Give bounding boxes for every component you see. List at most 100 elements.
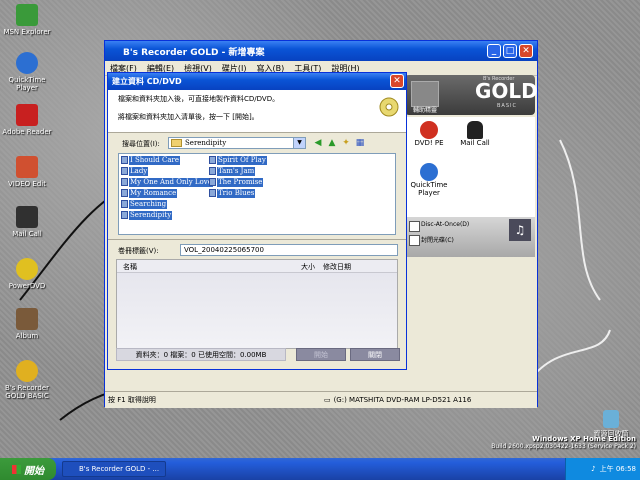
app-launcher-pane: DVD! PE Mail Call QuickTime Player	[405, 117, 535, 217]
dialog-separator	[108, 239, 406, 240]
adobe-reader-icon	[16, 104, 38, 126]
drive-label: (G:) MATSHITA DVD-RAM LP-D521 A116	[333, 396, 472, 404]
folder-icon	[171, 139, 182, 147]
powerdvd-icon	[16, 258, 38, 280]
up-folder-icon[interactable]: ▲	[326, 137, 338, 149]
dialog-close-text-button[interactable]: 關閉	[350, 348, 400, 361]
music-file-icon	[121, 211, 128, 219]
mail-call-icon	[467, 121, 483, 139]
status-help-text: 按 F1 取得說明	[108, 396, 156, 404]
desktop-icon-recycle-bin[interactable]: 資源回收筒	[584, 410, 638, 438]
desktop-icon-msn[interactable]: MSN Explorer	[0, 4, 54, 36]
taskbar-item-bs-recorder[interactable]: B's Recorder GOLD - ...	[62, 461, 166, 477]
app-quicktime[interactable]: QuickTime Player	[407, 163, 451, 197]
lookin-label: 搜尋位置(I):	[122, 140, 160, 148]
lookin-value: Serendipity	[185, 139, 227, 147]
wizard-icon[interactable]	[411, 81, 439, 107]
burn-options-bar: Disc-At-Once(D) 封閉光碟(C) ♫	[405, 217, 535, 257]
desktop-icon-adobe-reader[interactable]: Adobe Reader	[0, 104, 54, 136]
quicktime-icon	[16, 52, 38, 74]
file-item[interactable]: I Should Care	[121, 155, 180, 165]
bs-recorder-icon	[16, 360, 38, 382]
dialog-titlebar[interactable]: 建立資料 CD/DVD ✕	[108, 73, 406, 90]
file-item[interactable]: The Promise	[209, 177, 264, 187]
album-icon	[16, 308, 38, 330]
app-mail-call[interactable]: Mail Call	[453, 121, 497, 147]
windows-watermark: Windows XP Home Edition Build 2600.xpsp2…	[491, 435, 636, 451]
music-file-icon	[209, 178, 216, 186]
taskbar: 開始 B's Recorder GOLD - ... ♪ 上午 06:58	[0, 458, 640, 480]
file-item[interactable]: Searching	[121, 199, 168, 209]
music-file-icon	[121, 156, 128, 164]
dialog-instruction-1: 檔案和資料夾加入後，可直接地製作資料CD/DVD。	[118, 95, 280, 103]
desktop-icon-quicktime[interactable]: QuickTime Player	[0, 52, 54, 92]
system-tray: ♪ 上午 06:58	[565, 458, 640, 480]
list-header: 名稱 大小 修改日期	[117, 260, 397, 273]
music-file-icon	[121, 178, 128, 186]
clock[interactable]: 上午 06:58	[600, 464, 636, 474]
dialog-title: 建立資料 CD/DVD	[112, 77, 182, 86]
status-bar: 按 F1 取得說明 ▭ (G:) MATSHITA DVD-RAM LP-D52…	[105, 391, 537, 408]
gold-logo: GOLD	[475, 79, 538, 103]
desktop-icon-bs-recorder[interactable]: B's Recorder GOLD BASIC	[0, 360, 54, 400]
desktop-icon-album[interactable]: Album	[0, 308, 54, 340]
dialog-instruction-2: 將檔案和資料夾加入清單後，按一下 [開始]。	[118, 113, 259, 121]
mail-call-icon	[16, 206, 38, 228]
disc-at-once-checkbox[interactable]	[409, 221, 420, 232]
file-item[interactable]: My Romance	[121, 188, 178, 198]
close-disc-label: 封閉光碟(C)	[421, 237, 454, 244]
column-date[interactable]: 修改日期	[323, 262, 351, 272]
file-item[interactable]: Spirit Of Play	[209, 155, 267, 165]
dialog-header: 檔案和資料夾加入後，可直接地製作資料CD/DVD。 將檔案和資料夾加入清單後，按…	[108, 90, 406, 133]
chevron-down-icon[interactable]: ▼	[293, 138, 305, 148]
disc-at-once-label: Disc-At-Once(D)	[421, 221, 470, 228]
file-item[interactable]: My One And Only Love	[121, 177, 213, 187]
disc-summary: 資料夾：0 檔案：0 已使用空間：0.00MB	[116, 348, 286, 361]
maximize-button[interactable]: □	[503, 44, 517, 58]
main-title: B's Recorder GOLD - 新增專案	[123, 47, 265, 58]
dialog-close-button[interactable]: ✕	[390, 74, 404, 88]
windows-logo-icon	[12, 464, 21, 474]
dvd-pe-icon	[420, 121, 438, 139]
volume-label-caption: 卷冊標籤(V):	[118, 247, 159, 255]
start-menu-button[interactable]: 開始	[0, 458, 56, 480]
file-browser: I Should Care Lady My One And Only Love …	[118, 153, 396, 235]
column-size[interactable]: 大小	[301, 262, 315, 272]
drive-icon: ▭	[323, 396, 331, 404]
file-item[interactable]: Tam's Jam	[209, 166, 256, 176]
music-file-icon	[121, 189, 128, 197]
music-file-icon	[209, 167, 216, 175]
music-file-icon	[121, 200, 128, 208]
create-data-disc-dialog: 建立資料 CD/DVD ✕ 檔案和資料夾加入後，可直接地製作資料CD/DVD。 …	[107, 72, 407, 370]
disc-contents-list[interactable]: 名稱 大小 修改日期	[116, 259, 398, 349]
column-name[interactable]: 名稱	[123, 262, 137, 272]
new-folder-icon[interactable]: ✦	[340, 137, 352, 149]
music-file-icon	[209, 189, 216, 197]
close-button[interactable]: ✕	[519, 44, 533, 58]
main-titlebar[interactable]: B's Recorder GOLD - 新增專案 _ □ ✕	[105, 41, 537, 61]
music-file-icon	[209, 156, 216, 164]
view-menu-icon[interactable]: ▦	[354, 137, 366, 149]
back-icon[interactable]: ◀	[312, 137, 324, 149]
quicktime-icon	[420, 163, 438, 181]
file-item[interactable]: Serendipity	[121, 210, 173, 220]
msn-butterfly-icon	[16, 4, 38, 26]
disc-icon	[379, 97, 399, 117]
recycle-bin-icon	[603, 410, 619, 428]
music-note-icon[interactable]: ♫	[509, 219, 531, 241]
volume-icon[interactable]: ♪	[591, 465, 595, 473]
start-button[interactable]: 開始	[296, 348, 346, 361]
desktop-icon-powerdvd[interactable]: PowerDVD	[0, 258, 54, 290]
file-item[interactable]: Lady	[121, 166, 149, 176]
app-dvd-pe[interactable]: DVD! PE	[407, 121, 451, 147]
volume-label-input[interactable]: VOL_20040225065700	[180, 244, 398, 256]
lookin-combo[interactable]: Serendipity ▼	[168, 137, 306, 149]
video-edit-icon	[16, 156, 38, 178]
desktop-icon-video-edit[interactable]: VIDEO Edit	[0, 156, 54, 188]
desktop-icon-mail-call[interactable]: Mail Call	[0, 206, 54, 238]
file-item[interactable]: Trio Blues	[209, 188, 256, 198]
wizard-label: 輔助精靈	[412, 107, 437, 114]
close-disc-checkbox[interactable]	[409, 235, 420, 246]
minimize-button[interactable]: _	[487, 44, 501, 58]
music-file-icon	[121, 167, 128, 175]
